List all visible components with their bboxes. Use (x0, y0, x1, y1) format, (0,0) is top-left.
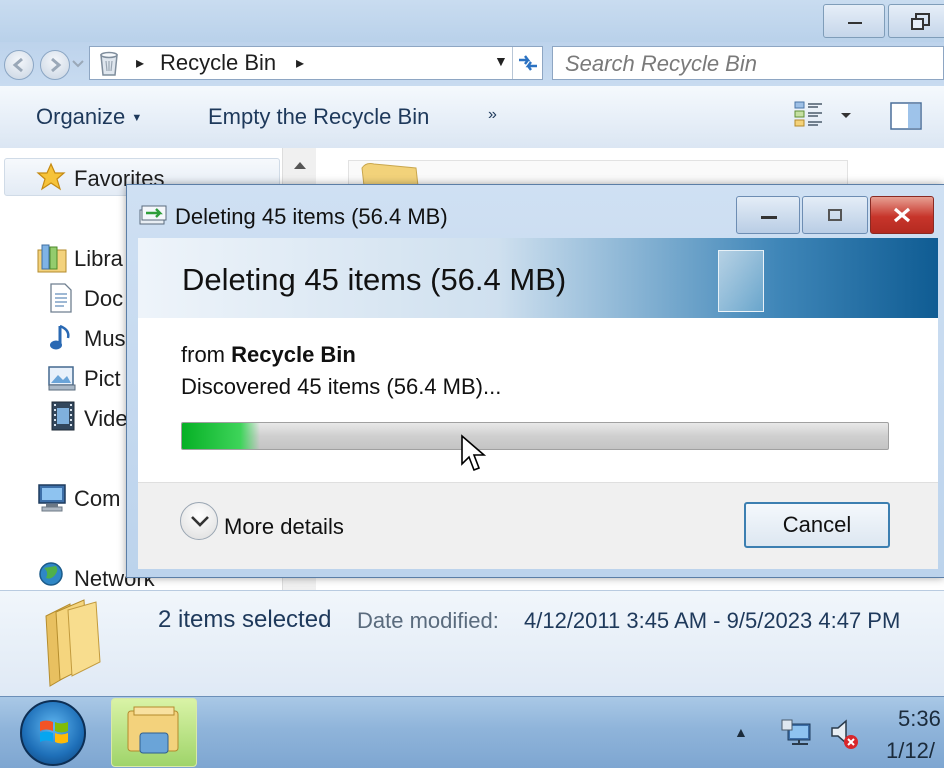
clock-time[interactable]: 5:36 (898, 706, 941, 732)
back-arrow-icon (12, 57, 23, 73)
selection-count: 2 items selected (158, 606, 332, 633)
more-details-toggle[interactable] (180, 502, 218, 540)
libraries-icon (37, 244, 67, 273)
selected-folders-icon (45, 599, 101, 687)
music-icon (50, 324, 70, 350)
cancel-button[interactable]: Cancel (744, 502, 890, 548)
documents-icon (50, 283, 72, 313)
date-modified-value: 4/12/2011 3:45 AM - 9/5/2023 4:47 PM (524, 608, 901, 633)
status-text: Discovered 45 items (56.4 MB)... (181, 374, 502, 399)
nav-item-libraries[interactable]: Libra (74, 246, 123, 272)
banner-page-graphic (718, 250, 764, 312)
nav-item-music[interactable]: Mus (84, 326, 126, 352)
more-commands-button[interactable]: » (488, 106, 497, 124)
nav-item-computer[interactable]: Com (74, 486, 120, 512)
explorer-titlebar (0, 0, 944, 42)
mouse-pointer-icon (461, 434, 487, 472)
search-box[interactable]: Search Recycle Bin (552, 46, 944, 80)
empty-recycle-bin-button[interactable]: Empty the Recycle Bin (208, 104, 429, 130)
restore-button[interactable] (888, 4, 944, 38)
dialog-title: Deleting 45 items (56.4 MB) (175, 204, 448, 229)
dialog-heading: Deleting 45 items (56.4 MB) (182, 262, 567, 297)
progress-fill (182, 423, 260, 449)
network-icon (39, 562, 63, 586)
breadcrumb-chevron-icon[interactable]: ▸ (296, 53, 304, 73)
minimize-icon (848, 22, 862, 24)
view-options-dropdown-icon[interactable] (840, 112, 852, 120)
organize-menu[interactable]: Organize ▼ (36, 104, 142, 130)
address-dropdown-icon[interactable]: ▼ (494, 53, 508, 69)
organize-dropdown-icon: ▼ (131, 112, 143, 125)
chevron-down-icon (191, 516, 209, 527)
dialog-close-button[interactable] (870, 196, 934, 234)
windows-explorer-icon (127, 706, 179, 754)
minimize-button[interactable] (823, 4, 885, 38)
more-details-label[interactable]: More details (224, 514, 344, 540)
search-placeholder: Search Recycle Bin (565, 51, 757, 76)
recent-pages-dropdown-icon[interactable] (72, 60, 84, 68)
address-bar[interactable]: ▸ Recycle Bin ▸ ▼ (89, 46, 543, 80)
volume-muted-icon[interactable] (828, 716, 862, 752)
videos-icon (51, 401, 75, 431)
back-button[interactable] (4, 50, 34, 80)
restore-icon (911, 13, 930, 30)
folder-icon (361, 163, 419, 186)
forward-arrow-icon (51, 57, 62, 73)
star-icon (36, 162, 66, 191)
forward-button[interactable] (40, 50, 70, 80)
start-button[interactable] (20, 700, 86, 766)
taskbar-explorer-button[interactable] (111, 698, 197, 767)
progress-bar (181, 422, 889, 450)
address-divider (512, 47, 513, 79)
scroll-up-icon[interactable] (293, 160, 307, 170)
file-operation-icon (139, 205, 167, 225)
show-hidden-icons-icon[interactable]: ▲ (734, 724, 748, 740)
date-modified-label: Date modified: (357, 608, 499, 633)
windows-logo-icon (40, 720, 68, 744)
preview-pane-icon[interactable] (890, 102, 922, 130)
change-view-icon[interactable] (794, 100, 824, 128)
maximize-icon (828, 209, 842, 221)
organize-label: Organize (36, 104, 126, 129)
details-pane (0, 590, 944, 697)
pictures-icon (48, 366, 76, 391)
refresh-icon[interactable] (516, 52, 540, 74)
close-icon (893, 207, 911, 223)
nav-item-videos[interactable]: Vide (84, 406, 128, 432)
from-label: from (181, 342, 225, 367)
source-location: Recycle Bin (231, 342, 356, 367)
dialog-maximize-button[interactable] (802, 196, 868, 234)
recycle-bin-icon (100, 51, 118, 76)
nav-item-documents[interactable]: Doc (84, 286, 123, 312)
computer-icon (38, 484, 66, 512)
minimize-icon (761, 216, 777, 219)
breadcrumb-separator-icon[interactable]: ▸ (136, 53, 144, 73)
address-location[interactable]: Recycle Bin (160, 50, 276, 76)
network-tray-icon[interactable] (780, 718, 814, 750)
dialog-minimize-button[interactable] (736, 196, 800, 234)
clock-date[interactable]: 1/12/ (886, 738, 935, 764)
source-line: from Recycle Bin (181, 342, 356, 368)
nav-item-pictures[interactable]: Pict (84, 366, 121, 392)
